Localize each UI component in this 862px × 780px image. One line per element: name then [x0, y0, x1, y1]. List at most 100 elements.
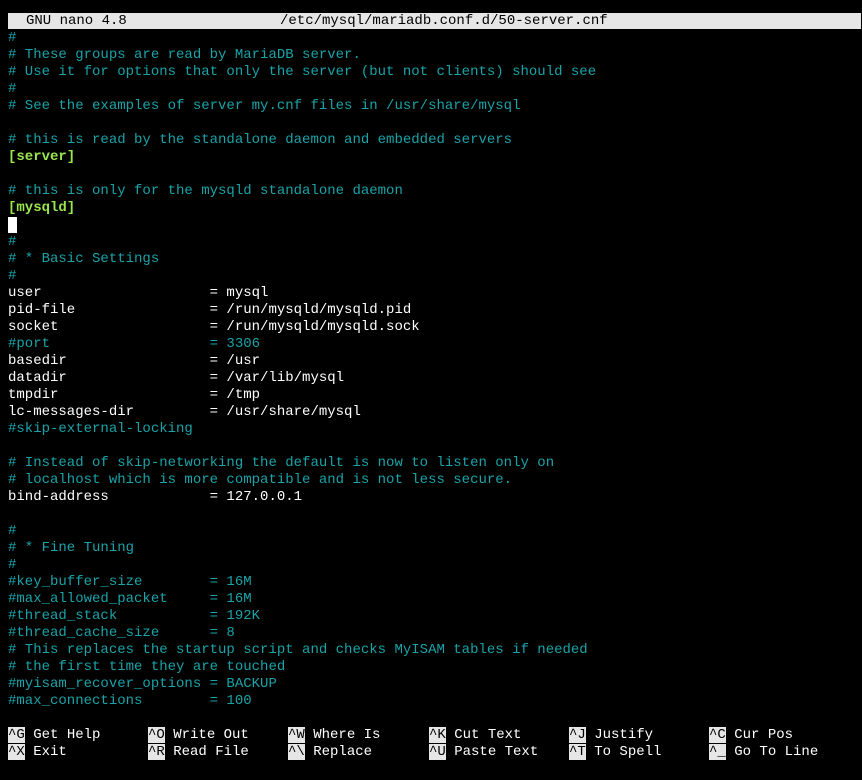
setting-text: tmpdir = /tmp	[8, 387, 261, 403]
shortcut-label: Where Is	[313, 727, 381, 743]
buffer-line[interactable]: basedir = /usr	[8, 353, 858, 370]
buffer-line[interactable]: #	[8, 234, 858, 251]
shortcut-key: ^K	[429, 727, 446, 743]
setting-text: datadir = /var/lib/mysql	[8, 370, 345, 386]
shortcut-key: ^J	[569, 727, 586, 743]
shortcut-paste-text[interactable]: ^U Paste Text	[429, 744, 538, 761]
shortcut-label: Exit	[33, 744, 67, 760]
shortcut-bar: ^G Get Help ^O Write Out ^W Where Is ^K Cut…	[8, 727, 858, 763]
buffer-line[interactable]: #	[8, 523, 858, 540]
section-header: [mysqld]	[8, 200, 76, 216]
comment-text: #key_buffer_size = 16M	[8, 574, 252, 590]
shortcut-where-is[interactable]: ^W Where Is	[288, 727, 380, 744]
buffer-line[interactable]: #skip-external-locking	[8, 421, 858, 438]
comment-text: # These groups are read by MariaDB serve…	[8, 47, 361, 63]
shortcut-justify[interactable]: ^J Justify	[569, 727, 653, 744]
buffer-line[interactable]: bind-address = 127.0.0.1	[8, 489, 858, 506]
comment-text: #	[8, 268, 17, 284]
editor-version: GNU nano 4.8	[26, 13, 127, 29]
shortcut-key: ^_	[709, 744, 726, 760]
buffer-line[interactable]: socket = /run/mysqld/mysqld.sock	[8, 319, 858, 336]
buffer-line[interactable]: #max_allowed_packet = 16M	[8, 591, 858, 608]
comment-text: #	[8, 557, 17, 573]
shortcut-key: ^T	[569, 744, 586, 760]
buffer-line[interactable]: [mysqld]	[8, 200, 858, 217]
buffer-line[interactable]: #thread_stack = 192K	[8, 608, 858, 625]
comment-text: # the first time they are touched	[8, 659, 286, 675]
buffer-line[interactable]: # Instead of skip-networking the default…	[8, 455, 858, 472]
comment-text: #max_allowed_packet = 16M	[8, 591, 252, 607]
buffer-line[interactable]: #	[8, 268, 858, 285]
shortcut-key: ^O	[148, 727, 165, 743]
buffer-line[interactable]	[8, 506, 858, 523]
shortcut-cur-pos[interactable]: ^C Cur Pos	[709, 727, 793, 744]
shortcut-label: Justify	[594, 727, 654, 743]
buffer-line[interactable]: # See the examples of server my.cnf file…	[8, 98, 858, 115]
buffer-line[interactable]: #myisam_recover_options = BACKUP	[8, 676, 858, 693]
shortcut-get-help[interactable]: ^G Get Help	[8, 727, 100, 744]
buffer-line[interactable]: #thread_cache_size = 8	[8, 625, 858, 642]
buffer-line[interactable]	[8, 217, 858, 234]
buffer-line[interactable]: #	[8, 30, 858, 47]
comment-text: # This replaces the startup script and c…	[8, 642, 588, 658]
shortcut-label: Read File	[173, 744, 249, 760]
buffer-line[interactable]: # Use it for options that only the serve…	[8, 64, 858, 81]
shortcut-go-to-line[interactable]: ^_ Go To Line	[709, 744, 818, 761]
comment-text: #myisam_recover_options = BACKUP	[8, 676, 277, 692]
buffer-line[interactable]: #max_connections = 100	[8, 693, 858, 710]
shortcut-cut-text[interactable]: ^K Cut Text	[429, 727, 521, 744]
shortcut-replace[interactable]: ^\ Replace	[288, 744, 372, 761]
comment-text: # * Fine Tuning	[8, 540, 135, 556]
shortcut-key: ^R	[148, 744, 165, 760]
comment-text: # this is only for the mysqld standalone…	[8, 183, 403, 199]
shortcut-label: Get Help	[33, 727, 101, 743]
comment-text: #port = 3306	[8, 336, 261, 352]
shortcut-label: Cur Pos	[734, 727, 794, 743]
shortcut-read-file[interactable]: ^R Read File	[148, 744, 249, 761]
shortcut-key: ^U	[429, 744, 446, 760]
setting-text: bind-address = 127.0.0.1	[8, 489, 303, 505]
shortcut-label: Cut Text	[454, 727, 522, 743]
shortcut-label: Go To Line	[734, 744, 819, 760]
buffer-line[interactable]	[8, 166, 858, 183]
buffer-line[interactable]: # * Fine Tuning	[8, 540, 858, 557]
comment-text: # Instead of skip-networking the default…	[8, 455, 555, 471]
buffer-line[interactable]: pid-file = /run/mysqld/mysqld.pid	[8, 302, 858, 319]
shortcut-label: Write Out	[173, 727, 249, 743]
comment-text: # Use it for options that only the serve…	[8, 64, 597, 80]
buffer-line[interactable]: # the first time they are touched	[8, 659, 858, 676]
buffer-line[interactable]: datadir = /var/lib/mysql	[8, 370, 858, 387]
buffer-line[interactable]: tmpdir = /tmp	[8, 387, 858, 404]
buffer-line[interactable]: lc-messages-dir = /usr/share/mysql	[8, 404, 858, 421]
comment-text: #	[8, 30, 17, 46]
buffer-line[interactable]: #	[8, 81, 858, 98]
shortcut-key: ^W	[288, 727, 305, 743]
shortcut-key: ^C	[709, 727, 726, 743]
shortcut-write-out[interactable]: ^O Write Out	[148, 727, 249, 744]
comment-text: #max_connections = 100	[8, 693, 252, 709]
buffer-line[interactable]: user = mysql	[8, 285, 858, 302]
buffer-line[interactable]: # This replaces the startup script and c…	[8, 642, 858, 659]
comment-text: #	[8, 523, 17, 539]
text-cursor	[8, 217, 17, 233]
file-path: /etc/mysql/mariadb.conf.d/50-server.cnf	[280, 13, 608, 29]
nano-title-bar: GNU nano 4.8 /etc/mysql/mariadb.conf.d/5…	[8, 13, 861, 29]
editor-buffer[interactable]: # # These groups are read by MariaDB serv…	[8, 30, 858, 710]
buffer-line[interactable]: # this is read by the standalone daemon …	[8, 132, 858, 149]
comment-text: #	[8, 234, 17, 250]
buffer-line[interactable]: #	[8, 557, 858, 574]
buffer-line[interactable]	[8, 115, 858, 132]
setting-text: pid-file = /run/mysqld/mysqld.pid	[8, 302, 412, 318]
buffer-line[interactable]: # this is only for the mysqld standalone…	[8, 183, 858, 200]
buffer-line[interactable]: # * Basic Settings	[8, 251, 858, 268]
setting-text: user = mysql	[8, 285, 269, 301]
shortcut-exit[interactable]: ^X Exit	[8, 744, 67, 761]
buffer-line[interactable]: [server]	[8, 149, 858, 166]
shortcut-to-spell[interactable]: ^T To Spell	[569, 744, 661, 761]
buffer-line[interactable]: # These groups are read by MariaDB serve…	[8, 47, 858, 64]
setting-text: basedir = /usr	[8, 353, 261, 369]
buffer-line[interactable]: #port = 3306	[8, 336, 858, 353]
buffer-line[interactable]	[8, 438, 858, 455]
buffer-line[interactable]: #key_buffer_size = 16M	[8, 574, 858, 591]
buffer-line[interactable]: # localhost which is more compatible and…	[8, 472, 858, 489]
